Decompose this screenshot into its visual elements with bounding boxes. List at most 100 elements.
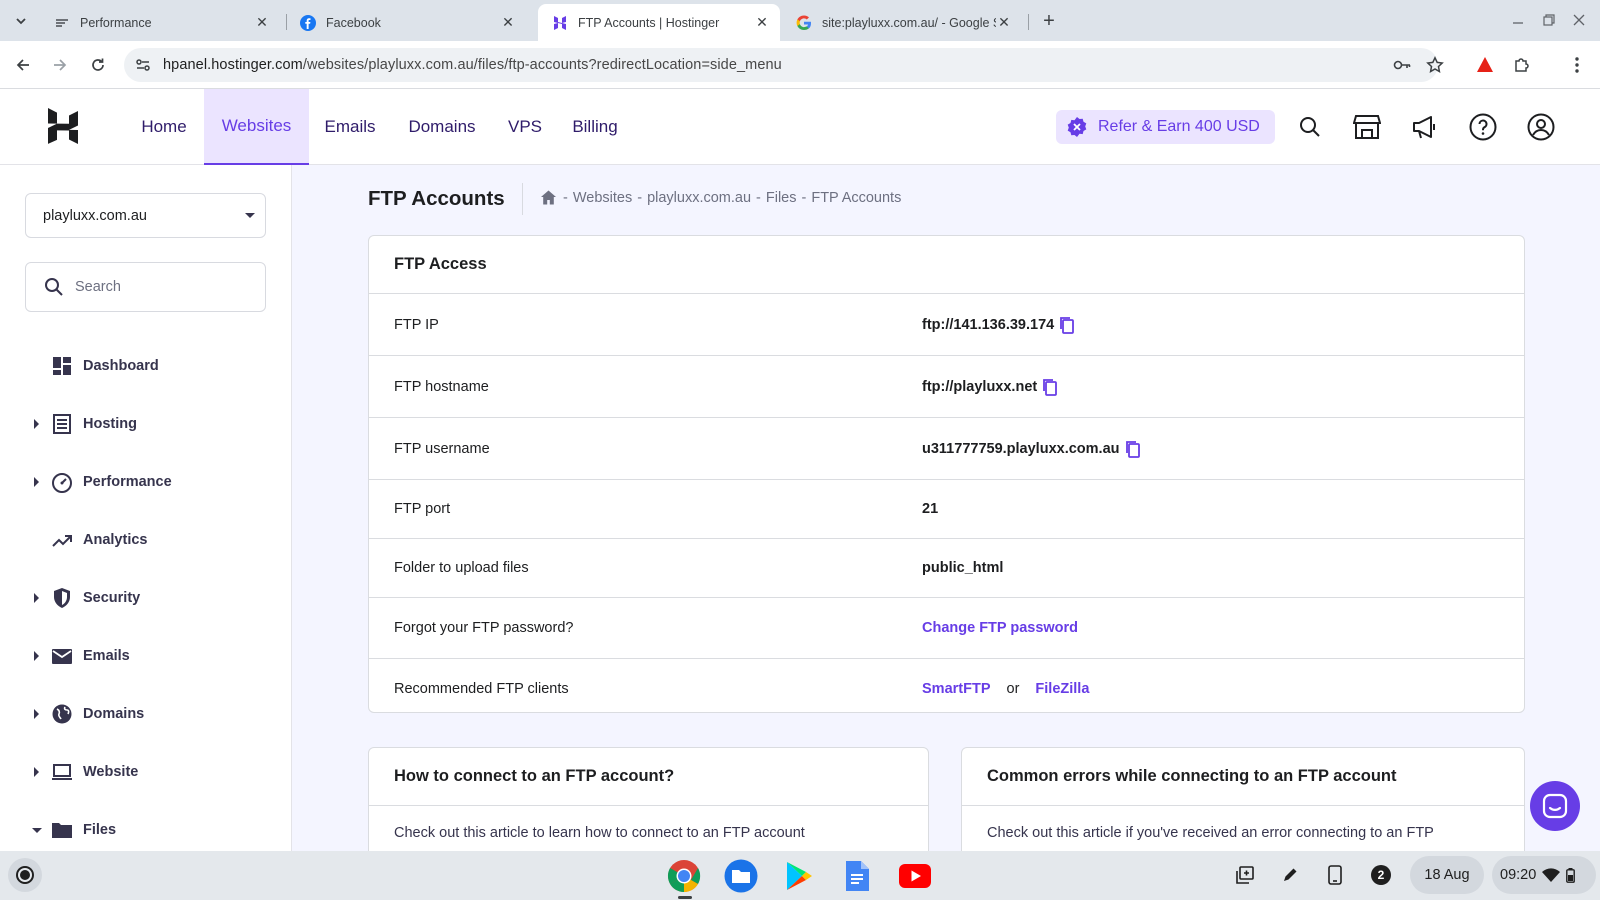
minimize-icon bbox=[1513, 22, 1523, 24]
capture-button[interactable] bbox=[1231, 861, 1259, 889]
minimize-button[interactable] bbox=[1505, 8, 1531, 32]
trending-up-icon bbox=[52, 535, 72, 547]
facebook-icon bbox=[300, 14, 316, 31]
sidebar-item-dashboard[interactable]: Dashboard bbox=[0, 346, 291, 386]
sidebar-item-domains[interactable]: Domains bbox=[0, 694, 291, 734]
ftp-ip-value-wrap: ftp://141.136.39.174 bbox=[922, 316, 1076, 334]
sidebar-search[interactable] bbox=[25, 262, 266, 312]
extensions-button[interactable] bbox=[1509, 52, 1535, 78]
nav-websites[interactable]: Websites bbox=[204, 89, 309, 165]
hostinger-icon bbox=[554, 15, 566, 30]
ftp-hostname-label: FTP hostname bbox=[394, 378, 489, 395]
sidebar-search-input[interactable] bbox=[75, 279, 235, 295]
browser-tab-performance[interactable]: Performance ✕ bbox=[40, 4, 280, 41]
reload-button[interactable] bbox=[85, 52, 111, 78]
files-app[interactable] bbox=[723, 858, 759, 894]
help-circle-icon bbox=[1469, 113, 1497, 141]
launcher-button[interactable] bbox=[8, 858, 42, 892]
ftp-port-row: FTP port 21 bbox=[369, 480, 1524, 539]
sidebar-item-performance[interactable]: Performance bbox=[0, 462, 291, 502]
address-bar[interactable]: hpanel.hostinger.com/websites/playluxx.c… bbox=[124, 48, 1444, 82]
search-button[interactable] bbox=[1295, 112, 1325, 142]
filezilla-link[interactable]: FileZilla bbox=[1035, 681, 1089, 697]
smartftp-link[interactable]: SmartFTP bbox=[922, 681, 991, 697]
common-errors-text: Check out this article if you've receive… bbox=[987, 825, 1434, 841]
sidebar-item-analytics[interactable]: Analytics bbox=[0, 520, 291, 560]
stylus-button[interactable] bbox=[1276, 861, 1304, 889]
tab-search-button[interactable] bbox=[8, 8, 34, 34]
close-icon[interactable]: ✕ bbox=[500, 14, 516, 31]
breadcrumb-websites[interactable]: Websites bbox=[573, 190, 632, 206]
account-button[interactable] bbox=[1526, 112, 1556, 142]
close-icon[interactable]: ✕ bbox=[754, 14, 770, 31]
docs-app[interactable] bbox=[839, 858, 875, 894]
hostinger-logo-icon[interactable] bbox=[46, 108, 80, 144]
home-icon[interactable] bbox=[540, 189, 557, 206]
nav-domains[interactable]: Domains bbox=[400, 89, 484, 165]
restore-button[interactable] bbox=[1536, 8, 1562, 32]
browser-tab-facebook[interactable]: Facebook ✕ bbox=[286, 4, 526, 41]
play-store-app[interactable] bbox=[781, 858, 817, 894]
browser-tab-google[interactable]: site:playluxx.com.au/ - Google S ✕ bbox=[782, 4, 1022, 41]
nav-emails[interactable]: Emails bbox=[316, 89, 384, 165]
breadcrumb-domain[interactable]: playluxx.com.au bbox=[647, 190, 751, 206]
sidebar-item-files[interactable]: Files bbox=[0, 810, 291, 850]
refer-earn-button[interactable]: Refer & Earn 400 USD bbox=[1056, 110, 1275, 144]
nav-home[interactable]: Home bbox=[129, 89, 199, 165]
breadcrumb-sep: - bbox=[801, 189, 807, 206]
extension-button[interactable] bbox=[1472, 52, 1498, 78]
phone-hub-button[interactable] bbox=[1321, 861, 1349, 889]
new-tab-button[interactable]: + bbox=[1038, 10, 1060, 32]
notifications-button[interactable]: 2 bbox=[1367, 861, 1395, 889]
ftp-username-value-wrap: u311777759.playluxx.com.au bbox=[922, 440, 1142, 458]
site-info-icon[interactable] bbox=[134, 56, 152, 74]
copy-icon[interactable] bbox=[1058, 316, 1076, 334]
date-pill[interactable]: 18 Aug bbox=[1410, 856, 1484, 894]
change-ftp-password-link[interactable]: Change FTP password bbox=[922, 620, 1078, 636]
laptop-icon bbox=[52, 764, 72, 780]
sidebar-item-website[interactable]: Website bbox=[0, 752, 291, 792]
breadcrumb-sep: - bbox=[563, 189, 568, 206]
youtube-app[interactable] bbox=[897, 858, 933, 894]
live-chat-button[interactable] bbox=[1530, 781, 1580, 831]
ftp-folder-value: public_html bbox=[922, 560, 1004, 576]
sidebar: playluxx.com.au Dashboard Hosting Perfor… bbox=[0, 165, 292, 851]
star-icon[interactable] bbox=[1426, 56, 1444, 74]
nav-billing[interactable]: Billing bbox=[565, 89, 625, 165]
caret-down-icon bbox=[245, 213, 255, 218]
ftp-username-row: FTP username u311777759.playluxx.com.au bbox=[369, 418, 1524, 480]
how-to-connect-card[interactable]: How to connect to an FTP account? Check … bbox=[368, 747, 929, 851]
tab-title: site:playluxx.com.au/ - Google S bbox=[822, 15, 996, 30]
key-icon[interactable] bbox=[1392, 55, 1412, 75]
common-errors-card[interactable]: Common errors while connecting to an FTP… bbox=[961, 747, 1525, 851]
close-icon[interactable]: ✕ bbox=[996, 14, 1012, 31]
domain-selector[interactable]: playluxx.com.au bbox=[25, 193, 266, 238]
ftp-hostname-value: ftp://playluxx.net bbox=[922, 378, 1038, 395]
close-window-button[interactable] bbox=[1566, 8, 1592, 32]
sidebar-item-security[interactable]: Security bbox=[0, 578, 291, 618]
arrow-left-icon bbox=[16, 59, 29, 71]
announcements-button[interactable] bbox=[1410, 112, 1440, 142]
close-icon[interactable]: ✕ bbox=[254, 14, 270, 31]
browser-menu-button[interactable] bbox=[1564, 52, 1590, 78]
mail-icon bbox=[52, 649, 72, 664]
chevron-down-icon bbox=[32, 827, 42, 833]
sidebar-item-label: Hosting bbox=[83, 416, 137, 432]
help-button[interactable] bbox=[1468, 112, 1498, 142]
nav-vps[interactable]: VPS bbox=[500, 89, 550, 165]
tab-title: Performance bbox=[80, 15, 152, 30]
ftp-username-value: u311777759.playluxx.com.au bbox=[922, 440, 1120, 457]
forward-button[interactable] bbox=[47, 52, 73, 78]
play-store-icon bbox=[787, 862, 812, 890]
browser-tab-ftp-accounts[interactable]: FTP Accounts | Hostinger ✕ bbox=[538, 4, 780, 41]
breadcrumb-files[interactable]: Files bbox=[766, 190, 797, 206]
chrome-app[interactable] bbox=[666, 858, 702, 894]
status-area[interactable]: 09:20 bbox=[1492, 856, 1596, 894]
copy-icon[interactable] bbox=[1041, 378, 1059, 396]
back-button[interactable] bbox=[10, 52, 36, 78]
copy-icon[interactable] bbox=[1124, 440, 1142, 458]
sidebar-item-emails[interactable]: Emails bbox=[0, 636, 291, 676]
sidebar-item-label: Security bbox=[83, 590, 141, 606]
sidebar-item-hosting[interactable]: Hosting bbox=[0, 404, 291, 444]
store-button[interactable] bbox=[1352, 112, 1382, 142]
